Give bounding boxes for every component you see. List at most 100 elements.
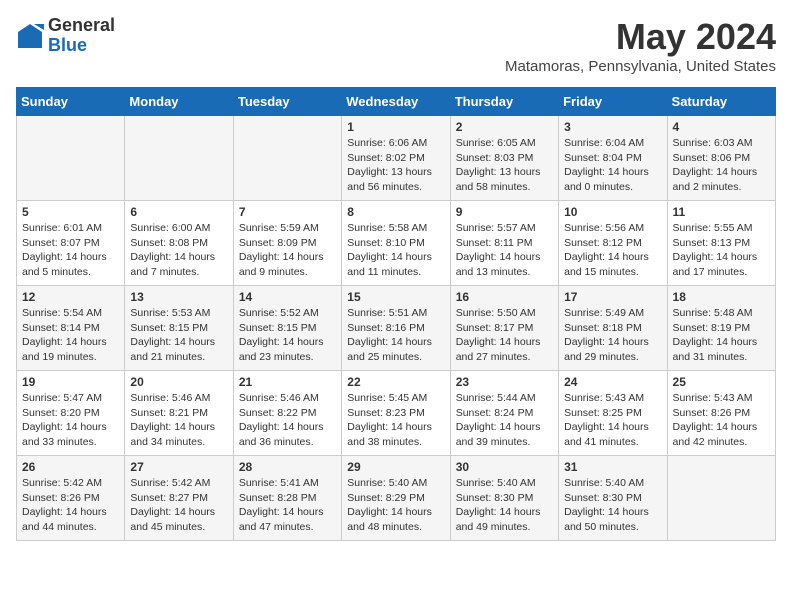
calendar-cell: 9Sunrise: 5:57 AM Sunset: 8:11 PM Daylig… (450, 201, 558, 286)
day-info: Sunrise: 5:46 AM Sunset: 8:21 PM Dayligh… (130, 391, 227, 450)
day-info: Sunrise: 5:58 AM Sunset: 8:10 PM Dayligh… (347, 221, 444, 280)
day-number: 18 (673, 290, 770, 304)
day-info: Sunrise: 5:50 AM Sunset: 8:17 PM Dayligh… (456, 306, 553, 365)
logo: General Blue (16, 16, 115, 56)
calendar-cell: 28 Sunrise: 5:41 AM Sunset: 8:28 PM Dayli… (233, 456, 341, 541)
calendar-cell (667, 456, 775, 541)
day-number: 3 (564, 120, 661, 134)
calendar-cell: 11Sunrise: 5:55 AM Sunset: 8:13 PM Dayli… (667, 201, 775, 286)
day-number: 28 (239, 460, 336, 474)
day-info: Sunrise: 5:40 AM Sunset: 8:30 PM Dayligh… (456, 476, 553, 535)
day-headers-row: SundayMondayTuesdayWednesdayThursdayFrid… (17, 88, 776, 116)
calendar-cell: 12Sunrise: 5:54 AM Sunset: 8:14 PM Dayli… (17, 286, 125, 371)
day-header-sunday: Sunday (17, 88, 125, 116)
day-info: Sunrise: 5:45 AM Sunset: 8:23 PM Dayligh… (347, 391, 444, 450)
day-number: 5 (22, 205, 119, 219)
day-number: 2 (456, 120, 553, 134)
logo-icon (16, 22, 44, 50)
day-info: Sunrise: 5:41 AM Sunset: 8:28 PM Dayligh… (239, 476, 336, 535)
day-info: Sunrise: 5:52 AM Sunset: 8:15 PM Dayligh… (239, 306, 336, 365)
calendar-cell: 29 Sunrise: 5:40 AM Sunset: 8:29 PM Dayli… (342, 456, 450, 541)
calendar-cell: 14Sunrise: 5:52 AM Sunset: 8:15 PM Dayli… (233, 286, 341, 371)
calendar-cell (125, 116, 233, 201)
calendar-cell: 22 Sunrise: 5:45 AM Sunset: 8:23 PM Dayli… (342, 371, 450, 456)
calendar-cell: 13Sunrise: 5:53 AM Sunset: 8:15 PM Dayli… (125, 286, 233, 371)
day-info: Sunrise: 6:01 AM Sunset: 8:07 PM Dayligh… (22, 221, 119, 280)
day-info: Sunrise: 5:59 AM Sunset: 8:09 PM Dayligh… (239, 221, 336, 280)
calendar-cell: 6 Sunrise: 6:00 AM Sunset: 8:08 PM Daylig… (125, 201, 233, 286)
calendar-cell: 21 Sunrise: 5:46 AM Sunset: 8:22 PM Dayli… (233, 371, 341, 456)
day-info: Sunrise: 5:40 AM Sunset: 8:30 PM Dayligh… (564, 476, 661, 535)
day-number: 21 (239, 375, 336, 389)
day-number: 6 (130, 205, 227, 219)
page-header: General Blue May 2024 Matamoras, Pennsyl… (16, 16, 776, 75)
calendar-cell: 16Sunrise: 5:50 AM Sunset: 8:17 PM Dayli… (450, 286, 558, 371)
calendar-cell: 15 Sunrise: 5:51 AM Sunset: 8:16 PM Dayli… (342, 286, 450, 371)
calendar-cell: 8 Sunrise: 5:58 AM Sunset: 8:10 PM Daylig… (342, 201, 450, 286)
day-info: Sunrise: 5:42 AM Sunset: 8:26 PM Dayligh… (22, 476, 119, 535)
day-header-monday: Monday (125, 88, 233, 116)
day-info: Sunrise: 5:57 AM Sunset: 8:11 PM Dayligh… (456, 221, 553, 280)
day-info: Sunrise: 6:04 AM Sunset: 8:04 PM Dayligh… (564, 136, 661, 195)
day-info: Sunrise: 5:40 AM Sunset: 8:29 PM Dayligh… (347, 476, 444, 535)
week-row-4: 19 Sunrise: 5:47 AM Sunset: 8:20 PM Dayli… (17, 371, 776, 456)
day-info: Sunrise: 5:53 AM Sunset: 8:15 PM Dayligh… (130, 306, 227, 365)
calendar-cell (17, 116, 125, 201)
calendar-cell: 30 Sunrise: 5:40 AM Sunset: 8:30 PM Dayli… (450, 456, 558, 541)
day-info: Sunrise: 5:42 AM Sunset: 8:27 PM Dayligh… (130, 476, 227, 535)
calendar-cell (233, 116, 341, 201)
calendar-cell: 7 Sunrise: 5:59 AM Sunset: 8:09 PM Daylig… (233, 201, 341, 286)
calendar-cell: 31 Sunrise: 5:40 AM Sunset: 8:30 PM Dayli… (559, 456, 667, 541)
day-number: 24 (564, 375, 661, 389)
day-info: Sunrise: 5:44 AM Sunset: 8:24 PM Dayligh… (456, 391, 553, 450)
title-block: May 2024 Matamoras, Pennsylvania, United… (505, 16, 776, 75)
day-info: Sunrise: 5:48 AM Sunset: 8:19 PM Dayligh… (673, 306, 770, 365)
day-number: 23 (456, 375, 553, 389)
day-header-saturday: Saturday (667, 88, 775, 116)
day-number: 20 (130, 375, 227, 389)
week-row-3: 12Sunrise: 5:54 AM Sunset: 8:14 PM Dayli… (17, 286, 776, 371)
calendar-cell: 4Sunrise: 6:03 AM Sunset: 8:06 PM Daylig… (667, 116, 775, 201)
calendar-cell: 23 Sunrise: 5:44 AM Sunset: 8:24 PM Dayli… (450, 371, 558, 456)
calendar-cell: 24 Sunrise: 5:43 AM Sunset: 8:25 PM Dayli… (559, 371, 667, 456)
day-info: Sunrise: 5:54 AM Sunset: 8:14 PM Dayligh… (22, 306, 119, 365)
calendar-cell: 26 Sunrise: 5:42 AM Sunset: 8:26 PM Dayli… (17, 456, 125, 541)
day-number: 17 (564, 290, 661, 304)
day-header-tuesday: Tuesday (233, 88, 341, 116)
calendar-cell: 17Sunrise: 5:49 AM Sunset: 8:18 PM Dayli… (559, 286, 667, 371)
day-header-wednesday: Wednesday (342, 88, 450, 116)
day-info: Sunrise: 5:46 AM Sunset: 8:22 PM Dayligh… (239, 391, 336, 450)
day-info: Sunrise: 5:51 AM Sunset: 8:16 PM Dayligh… (347, 306, 444, 365)
subtitle: Matamoras, Pennsylvania, United States (505, 58, 776, 75)
calendar-cell: 25Sunrise: 5:43 AM Sunset: 8:26 PM Dayli… (667, 371, 775, 456)
day-number: 22 (347, 375, 444, 389)
day-number: 19 (22, 375, 119, 389)
day-number: 29 (347, 460, 444, 474)
calendar-cell: 1Sunrise: 6:06 AM Sunset: 8:02 PM Daylig… (342, 116, 450, 201)
day-number: 30 (456, 460, 553, 474)
calendar-cell: 5 Sunrise: 6:01 AM Sunset: 8:07 PM Daylig… (17, 201, 125, 286)
calendar-cell: 2Sunrise: 6:05 AM Sunset: 8:03 PM Daylig… (450, 116, 558, 201)
day-number: 31 (564, 460, 661, 474)
day-info: Sunrise: 6:00 AM Sunset: 8:08 PM Dayligh… (130, 221, 227, 280)
day-header-thursday: Thursday (450, 88, 558, 116)
day-number: 15 (347, 290, 444, 304)
day-header-friday: Friday (559, 88, 667, 116)
day-info: Sunrise: 5:55 AM Sunset: 8:13 PM Dayligh… (673, 221, 770, 280)
calendar-cell: 19 Sunrise: 5:47 AM Sunset: 8:20 PM Dayli… (17, 371, 125, 456)
day-info: Sunrise: 5:47 AM Sunset: 8:20 PM Dayligh… (22, 391, 119, 450)
week-row-5: 26 Sunrise: 5:42 AM Sunset: 8:26 PM Dayli… (17, 456, 776, 541)
day-number: 27 (130, 460, 227, 474)
day-info: Sunrise: 5:43 AM Sunset: 8:25 PM Dayligh… (564, 391, 661, 450)
day-info: Sunrise: 6:03 AM Sunset: 8:06 PM Dayligh… (673, 136, 770, 195)
day-number: 26 (22, 460, 119, 474)
day-number: 7 (239, 205, 336, 219)
calendar-cell: 27 Sunrise: 5:42 AM Sunset: 8:27 PM Dayli… (125, 456, 233, 541)
calendar-cell: 3 Sunrise: 6:04 AM Sunset: 8:04 PM Daylig… (559, 116, 667, 201)
day-number: 1 (347, 120, 444, 134)
logo-text: General Blue (48, 16, 115, 56)
day-number: 8 (347, 205, 444, 219)
calendar-table: SundayMondayTuesdayWednesdayThursdayFrid… (16, 87, 776, 541)
calendar-cell: 20 Sunrise: 5:46 AM Sunset: 8:21 PM Dayli… (125, 371, 233, 456)
calendar-cell: 10Sunrise: 5:56 AM Sunset: 8:12 PM Dayli… (559, 201, 667, 286)
